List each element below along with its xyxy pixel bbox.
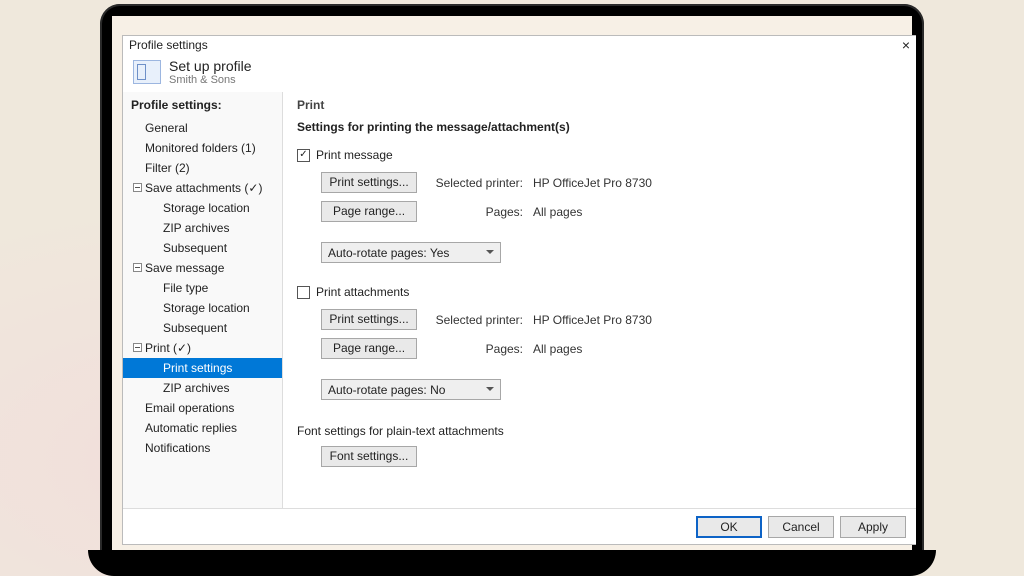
panel-description: Settings for printing the message/attach… — [297, 120, 902, 134]
sidebar: Profile settings: General Monitored fold… — [123, 92, 283, 508]
sidebar-item-email-operations[interactable]: Email operations — [123, 398, 282, 418]
window-title: Profile settings — [129, 38, 208, 52]
checkbox-label: Print attachments — [316, 285, 409, 299]
sidebar-item-print[interactable]: Print (✓) — [123, 338, 282, 358]
selected-printer-value-2: HP OfficeJet Pro 8730 — [533, 310, 652, 330]
sidebar-item-notifications[interactable]: Notifications — [123, 438, 282, 458]
close-icon[interactable]: × — [902, 37, 910, 53]
header-subtitle: Smith & Sons — [169, 74, 252, 86]
panel-title: Print — [297, 98, 902, 112]
title-bar: Profile settings × — [123, 36, 916, 54]
laptop-base — [88, 550, 936, 576]
print-settings-button[interactable]: Print settings... — [321, 172, 417, 193]
auto-rotate-select-att[interactable]: Auto-rotate pages: No — [321, 379, 501, 400]
sidebar-item-filter[interactable]: Filter (2) — [123, 158, 282, 178]
header-title: Set up profile — [169, 58, 252, 74]
selected-printer-value: HP OfficeJet Pro 8730 — [533, 173, 652, 193]
page-range-button-2[interactable]: Page range... — [321, 338, 417, 359]
sidebar-item-save-attachments[interactable]: Save attachments (✓) — [123, 178, 282, 198]
checkbox-label: Print message — [316, 148, 393, 162]
cancel-button[interactable]: Cancel — [768, 516, 834, 538]
pages-value-2: All pages — [533, 339, 582, 359]
sidebar-item-automatic-replies[interactable]: Automatic replies — [123, 418, 282, 438]
sidebar-item-save-message[interactable]: Save message — [123, 258, 282, 278]
font-settings-button[interactable]: Font settings... — [321, 446, 417, 467]
apply-button[interactable]: Apply — [840, 516, 906, 538]
sidebar-title: Profile settings: — [123, 98, 282, 118]
dialog-window: Profile settings × Set up profile Smith … — [122, 35, 916, 545]
dialog-footer: OK Cancel Apply — [123, 508, 916, 544]
selected-printer-label: Selected printer: — [427, 173, 523, 193]
main-panel: Print Settings for printing the message/… — [283, 92, 916, 508]
ok-button[interactable]: OK — [696, 516, 762, 538]
select-value: Auto-rotate pages: No — [328, 383, 445, 397]
checkbox-empty-icon — [297, 286, 310, 299]
pages-label-2: Pages: — [427, 339, 523, 359]
font-section-label: Font settings for plain-text attachments — [297, 424, 902, 438]
sidebar-item-subsequent[interactable]: Subsequent — [123, 238, 282, 258]
sidebar-item-storage-location[interactable]: Storage location — [123, 198, 282, 218]
pages-value: All pages — [533, 202, 582, 222]
page-range-button[interactable]: Page range... — [321, 201, 417, 222]
pages-label: Pages: — [427, 202, 523, 222]
dialog-header: Set up profile Smith & Sons — [123, 54, 916, 92]
sidebar-item-monitored[interactable]: Monitored folders (1) — [123, 138, 282, 158]
selected-printer-label-2: Selected printer: — [427, 310, 523, 330]
sidebar-item-file-type[interactable]: File type — [123, 278, 282, 298]
sidebar-item-print-settings[interactable]: Print settings — [123, 358, 282, 378]
print-settings-button-2[interactable]: Print settings... — [321, 309, 417, 330]
profile-icon — [133, 60, 161, 84]
sidebar-item-zip-archives-2[interactable]: ZIP archives — [123, 378, 282, 398]
sidebar-item-subsequent-2[interactable]: Subsequent — [123, 318, 282, 338]
select-value: Auto-rotate pages: Yes — [328, 246, 449, 260]
laptop-frame: Profile settings × Set up profile Smith … — [100, 4, 924, 552]
sidebar-item-storage-location-2[interactable]: Storage location — [123, 298, 282, 318]
checkbox-print-attachments[interactable]: Print attachments — [297, 285, 902, 299]
checkbox-print-message[interactable]: ✓ Print message — [297, 148, 902, 162]
sidebar-item-zip-archives[interactable]: ZIP archives — [123, 218, 282, 238]
sidebar-item-general[interactable]: General — [123, 118, 282, 138]
auto-rotate-select-msg[interactable]: Auto-rotate pages: Yes — [321, 242, 501, 263]
checkmark-icon: ✓ — [297, 149, 310, 162]
